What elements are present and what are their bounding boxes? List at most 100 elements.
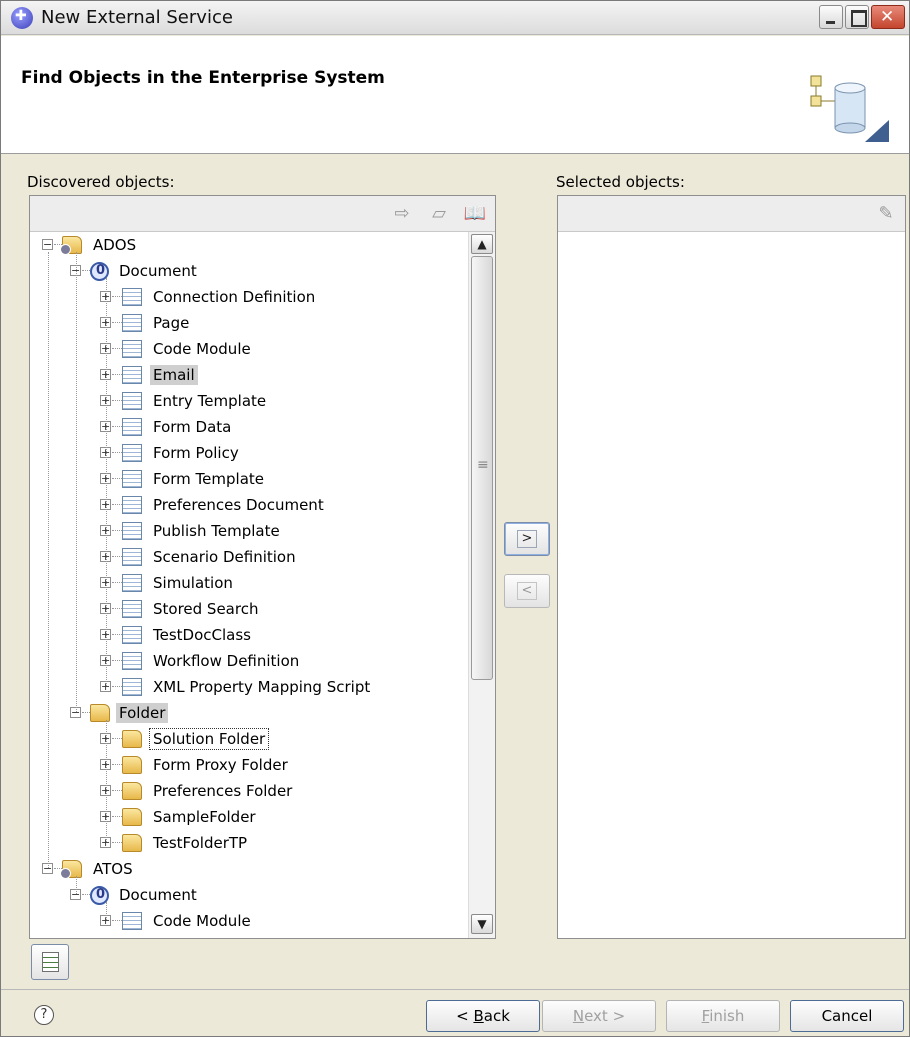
- tree-item[interactable]: + Form Data: [30, 414, 468, 440]
- tree-item[interactable]: + Solution Folder: [30, 726, 468, 752]
- folder-icon: [122, 756, 142, 774]
- table-icon: [122, 340, 142, 358]
- discovered-objects-panel: ⇨ ▱ 📖 −ADOS−Document+Connection Definiti…: [29, 195, 496, 939]
- tree-item[interactable]: + Email: [30, 362, 468, 388]
- finish-button[interactable]: Finish: [666, 1000, 780, 1032]
- tree-connector: [82, 894, 90, 895]
- tree-item[interactable]: + Preferences Folder: [30, 778, 468, 804]
- table-icon: [122, 418, 142, 436]
- scroll-up-button[interactable]: ▲: [471, 234, 493, 254]
- close-button[interactable]: [871, 5, 905, 29]
- folder-icon: [122, 808, 142, 826]
- tree-item[interactable]: + Workflow Definition: [30, 648, 468, 674]
- tree-item[interactable]: + Code Module: [30, 336, 468, 362]
- tree-item-label: Code Module: [153, 912, 251, 930]
- tree-item[interactable]: + Form Template: [30, 466, 468, 492]
- table-icon: [122, 366, 142, 384]
- tree-item-label: Preferences Folder: [153, 782, 293, 800]
- tree-item-label: Form Proxy Folder: [153, 756, 288, 774]
- tree-item[interactable]: + Preferences Document: [30, 492, 468, 518]
- folder-icon: [122, 782, 142, 800]
- view-list-button[interactable]: [31, 944, 69, 980]
- tree-item-label: TestDocClass: [153, 626, 251, 644]
- tree-item-label: Document: [119, 262, 197, 280]
- tree-guide-line: [76, 876, 77, 894]
- tree-item-label: Entry Template: [153, 392, 267, 410]
- remove-from-selected-button[interactable]: <: [504, 574, 550, 608]
- tree-item-label: SampleFolder: [153, 808, 256, 826]
- add-to-selected-button[interactable]: >: [504, 522, 550, 556]
- folder-icon: [122, 730, 142, 748]
- selected-toolbar: ✎: [558, 196, 905, 232]
- tree-connector: [112, 582, 122, 583]
- tree-connector: [112, 374, 122, 375]
- tree-item[interactable]: + Connection Definition: [30, 284, 468, 310]
- app-icon: [11, 7, 33, 29]
- tree-item[interactable]: + Simulation: [30, 570, 468, 596]
- back-mnemonic: B: [473, 1007, 484, 1025]
- cancel-button[interactable]: Cancel: [790, 1000, 904, 1032]
- tree-item[interactable]: −Document: [30, 882, 468, 908]
- back-button[interactable]: < Back: [426, 1000, 540, 1032]
- tree-item[interactable]: − ATOS: [30, 856, 468, 882]
- tree-item[interactable]: − ADOS: [30, 232, 468, 258]
- title-bar[interactable]: New External Service: [1, 1, 909, 35]
- tree-item[interactable]: − Folder: [30, 700, 468, 726]
- tree-connector: [112, 686, 122, 687]
- tree-item[interactable]: + SampleFolder: [30, 804, 468, 830]
- maximize-button[interactable]: [845, 5, 869, 29]
- tree-item-label: XML Property Mapping Script: [153, 678, 371, 696]
- tree-item[interactable]: + Publish Template: [30, 518, 468, 544]
- table-icon: [122, 314, 142, 332]
- help-icon[interactable]: ?: [34, 1005, 54, 1025]
- table-icon: [122, 652, 142, 670]
- tree-item[interactable]: + Code Module: [30, 908, 468, 934]
- tree-guide-line: [106, 278, 107, 686]
- tree-connector: [112, 426, 122, 427]
- tree-connector: [112, 842, 122, 843]
- tree-item[interactable]: + TestDocClass: [30, 622, 468, 648]
- tree-item[interactable]: + Stored Search: [30, 596, 468, 622]
- filter-icon[interactable]: ⇨: [390, 202, 414, 226]
- dialog-window: New External Service Find Objects in the…: [0, 0, 910, 1037]
- table-icon: [122, 444, 142, 462]
- tree-item-label: Publish Template: [153, 522, 280, 540]
- scrollbar-thumb[interactable]: [471, 256, 493, 680]
- edit-pencil-icon[interactable]: ✎: [874, 202, 898, 226]
- scroll-down-button[interactable]: ▼: [471, 914, 493, 934]
- table-icon: [122, 600, 142, 618]
- table-icon: [122, 574, 142, 592]
- table-icon: [122, 470, 142, 488]
- tree-connector: [112, 322, 122, 323]
- tree-item[interactable]: + Form Proxy Folder: [30, 752, 468, 778]
- tree-scrollbar[interactable]: ▲ ▼: [468, 232, 495, 938]
- tree-connector: [112, 478, 122, 479]
- minimize-button[interactable]: [819, 5, 843, 29]
- selected-objects-list[interactable]: [558, 232, 905, 938]
- next-button[interactable]: Next >: [542, 1000, 656, 1032]
- table-icon: [122, 912, 142, 930]
- table-icon: [122, 522, 142, 540]
- table-icon: [122, 288, 142, 306]
- table-icon: [122, 548, 142, 566]
- footer-divider: [1, 989, 909, 990]
- tree-item[interactable]: −Document: [30, 258, 468, 284]
- edit-query-icon[interactable]: ▱: [427, 202, 451, 226]
- tree-item[interactable]: + Form Policy: [30, 440, 468, 466]
- tree-guide-line: [76, 252, 77, 712]
- tree-item-label: Scenario Definition: [153, 548, 296, 566]
- table-icon: [122, 496, 142, 514]
- tree-item[interactable]: + Entry Template: [30, 388, 468, 414]
- collapse-toggle-icon[interactable]: −: [42, 239, 53, 250]
- tree-item[interactable]: + Scenario Definition: [30, 544, 468, 570]
- tree-item[interactable]: + Page: [30, 310, 468, 336]
- table-icon: [122, 678, 142, 696]
- tree-item[interactable]: + XML Property Mapping Script: [30, 674, 468, 700]
- tree-item[interactable]: + TestFolderTP: [30, 830, 468, 856]
- tree-item-label: Connection Definition: [153, 288, 316, 306]
- tree-item-label: Simulation: [153, 574, 233, 592]
- tree-item-label: Page: [153, 314, 190, 332]
- tree-item-label: ADOS: [93, 236, 137, 254]
- properties-book-icon[interactable]: 📖: [463, 202, 487, 226]
- tree-guide-line: [48, 252, 49, 868]
